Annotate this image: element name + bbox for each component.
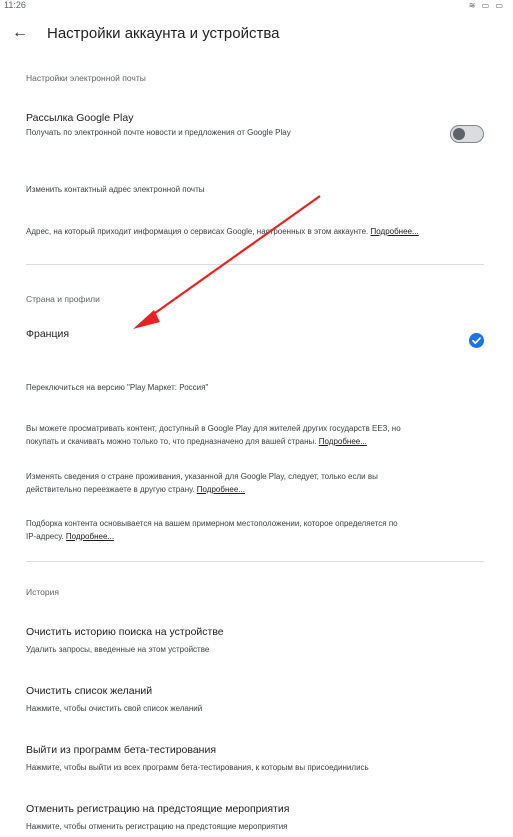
back-arrow-icon[interactable]: ← — [12, 24, 28, 42]
country-info-eea-line1: Вы можете просматривать контент, доступн… — [26, 424, 401, 433]
status-time: 11:26 — [4, 0, 26, 10]
google-play-mailing-title: Рассылка Google Play — [26, 112, 134, 124]
clear-search-history-title: Очистить историю поиска на устройстве — [26, 626, 224, 638]
country-more-link-1[interactable]: Подробнее... — [319, 437, 367, 446]
leave-beta-subtitle: Нажмите, чтобы выйти из всех программ бе… — [26, 763, 369, 772]
page-title: Настройки аккаунта и устройства — [47, 25, 280, 42]
clear-search-history-item[interactable]: Очистить историю поиска на устройстве Уд… — [0, 624, 513, 660]
country-info-change-line1: Изменять сведения о стране проживания, у… — [26, 472, 378, 481]
clear-wishlist-subtitle: Нажмите, чтобы очистить свой список жела… — [26, 704, 203, 713]
email-address-info-text: Адрес, на который приходит информация о … — [26, 227, 369, 236]
country-more-link-3[interactable]: Подробнее... — [66, 532, 114, 541]
email-address-info: Адрес, на который приходит информация о … — [26, 225, 419, 238]
change-email-address-item[interactable]: Изменить контактный адрес электронной по… — [26, 183, 204, 196]
email-more-link[interactable]: Подробнее... — [371, 227, 419, 236]
country-info-location-line1: Подборка контента основывается на вашем … — [26, 519, 398, 528]
clear-wishlist-item[interactable]: Очистить список желаний Нажмите, чтобы о… — [0, 683, 513, 719]
country-info-change-line2: действительно переезжаете в другую стран… — [26, 485, 195, 494]
annotation-arrow-line — [147, 195, 321, 319]
clear-wishlist-title: Очистить список желаний — [26, 685, 153, 697]
cancel-preregistration-item[interactable]: Отменить регистрацию на предстоящие меро… — [0, 801, 513, 837]
switch-country-version-item[interactable]: Переключиться на версию "Play Маркет: Ро… — [26, 381, 208, 394]
section-history-header: История — [26, 587, 59, 597]
section-country-header: Страна и профили — [26, 294, 100, 304]
toggle-knob — [453, 128, 465, 140]
checkmark-icon — [469, 333, 484, 348]
leave-beta-title: Выйти из программ бета-тестирования — [26, 744, 217, 756]
selected-country-label[interactable]: Франция — [26, 328, 69, 340]
google-play-mailing-subtitle: Получать по электронной почте новости и … — [26, 128, 291, 137]
clear-search-history-subtitle: Удалить запросы, введенные на этом устро… — [26, 645, 210, 654]
status-icons: ≋ ▭ ▭ — [468, 1, 505, 10]
annotation-arrow-head — [133, 310, 160, 329]
divider — [26, 561, 484, 562]
country-info-eea: Вы можете просматривать контент, доступн… — [26, 422, 401, 448]
cancel-preregistration-title: Отменить регистрацию на предстоящие меро… — [26, 803, 290, 815]
leave-beta-item[interactable]: Выйти из программ бета-тестирования Нажм… — [0, 742, 513, 778]
country-more-link-2[interactable]: Подробнее... — [197, 485, 245, 494]
country-info-eea-line2: покупать и скачивать можно только то, чт… — [26, 437, 317, 446]
google-play-mailing-row[interactable]: Рассылка Google Play Получать по электро… — [0, 108, 513, 148]
country-info-change: Изменять сведения о стране проживания, у… — [26, 470, 378, 496]
section-email-header: Настройки электронной почты — [26, 73, 146, 83]
country-info-location-line2: IP-адресу. — [26, 532, 64, 541]
cancel-preregistration-subtitle: Нажмите, чтобы отменить регистрацию на п… — [26, 822, 288, 831]
google-play-mailing-toggle[interactable] — [450, 125, 484, 143]
country-info-location: Подборка контента основывается на вашем … — [26, 517, 398, 543]
divider — [26, 264, 484, 265]
